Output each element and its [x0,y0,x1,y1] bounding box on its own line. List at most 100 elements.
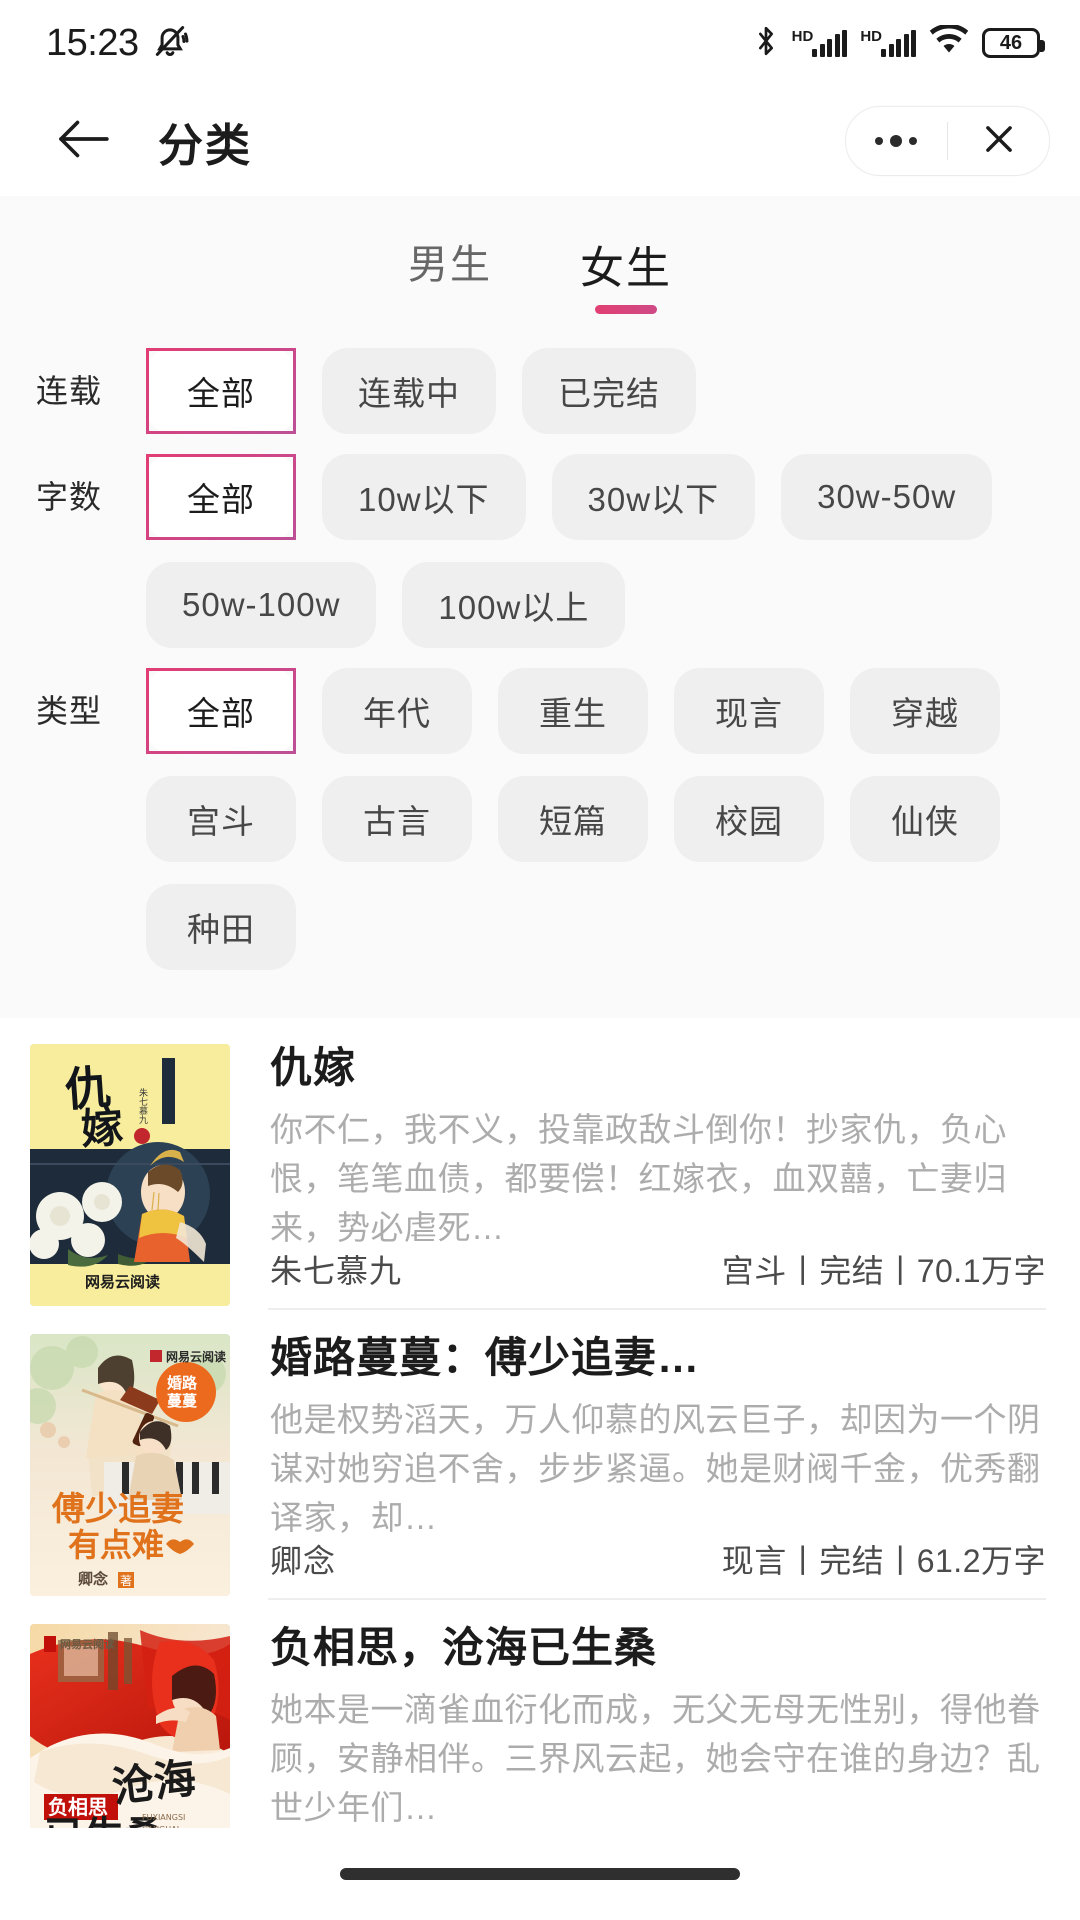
filter-chips-genre: 全部 年代 重生 现言 穿越 宫斗 古言 短篇 校园 仙侠 种田 [146,668,1044,970]
chip-wordcount-all[interactable]: 全部 [146,454,296,540]
chip-serialization-finished[interactable]: 已完结 [522,348,696,434]
chip-genre-chuanyue[interactable]: 穿越 [850,668,1000,754]
svg-text:CANGHAI: CANGHAI [142,1825,179,1828]
signal-icon-1: HD [792,30,848,57]
page-title: 分类 [158,109,252,174]
filter-chips-wordcount: 全部 10w以下 30w以下 30w-50w 50w-100w 100w以上 [146,454,1044,648]
book-cover-art: 婚路 蔓蔓 网易云阅读 傅少追妻 有点难 卿念 著 [30,1334,230,1596]
chip-serialization-ongoing[interactable]: 连载中 [322,348,496,434]
book-meta: 卿念 现言丨完结丨61.2万字 [270,1536,1046,1598]
mini-program-capsule [845,106,1050,176]
book-author: 泫星 [270,1826,336,1828]
book-description: 她本是一滴雀血衍化而成，无父无母无性别，得他眷顾，安静相伴。三界风云起，她会守在… [270,1685,1046,1827]
svg-text:网易云阅读: 网易云阅读 [60,1637,115,1651]
home-indicator[interactable] [340,1868,740,1880]
back-button[interactable] [50,108,116,174]
close-icon [980,120,1018,163]
chip-wordcount-30w-50w[interactable]: 30w-50w [781,454,992,540]
svg-text:朱七慕九: 朱七慕九 [137,1087,148,1125]
book-author: 卿念 [270,1536,336,1582]
more-button[interactable] [846,107,947,175]
book-list-item[interactable]: 仇 嫁 朱七慕九 网易云阅读 仇嫁 你不仁，我不义，投靠政敌斗倒你！抄家仇，负心… [0,1018,1080,1308]
tab-female-label: 女生 [580,232,672,296]
tab-female[interactable]: 女生 [580,232,672,314]
book-title: 仇嫁 [270,1044,1046,1091]
chip-genre-duanpian[interactable]: 短篇 [498,776,648,862]
filter-chips-serialization: 全部 连载中 已完结 [146,348,1044,434]
svg-text:沧海: 沧海 [109,1753,198,1812]
filter-label-genre: 类型 [36,668,146,754]
chip-genre-xianyan[interactable]: 现言 [674,668,824,754]
svg-text:傅少追妻: 傅少追妻 [51,1489,184,1528]
chip-wordcount-under10w[interactable]: 10w以下 [322,454,526,540]
chip-wordcount-above100w[interactable]: 100w以上 [402,562,625,648]
tab-male-label: 男生 [408,232,492,290]
hd-label-1: HD [792,29,814,44]
svg-text:FUXIANGSI: FUXIANGSI [142,1813,185,1822]
book-tags: 现言丨完结丨61.2万字 [722,1536,1046,1582]
bell-muted-icon [151,22,189,65]
chip-genre-xianxia[interactable]: 仙侠 [850,776,1000,862]
fu-xiangsi-cover: 负相思 沧海 已生桑 FUXIANGSI CANGHAI YISHENGSANG… [30,1624,230,1828]
book-author: 朱七慕九 [270,1246,402,1292]
svg-text:有点难: 有点难 [68,1526,164,1564]
chip-genre-guyan[interactable]: 古言 [322,776,472,862]
svg-text:网易云阅读: 网易云阅读 [166,1349,226,1364]
chip-genre-xiaoyuan[interactable]: 校园 [674,776,824,862]
book-meta: 泫星 仙侠丨完结丨60.2万字 [270,1826,1046,1828]
app-screen: 15:23 HD HD [0,0,1080,1920]
wifi-icon [929,25,969,62]
tab-active-underline [595,305,657,314]
svg-text:婚路: 婚路 [167,1374,198,1392]
book-description: 你不仁，我不义，投靠政敌斗倒你！抄家仇，负心恨，笔笔血债，都要偿！红嫁衣，血双囍… [270,1105,1046,1247]
chip-serialization-all[interactable]: 全部 [146,348,296,434]
book-info: 仇嫁 你不仁，我不义，投靠政敌斗倒你！抄家仇，负心恨，笔笔血债，都要偿！红嫁衣，… [230,1044,1046,1308]
book-tags: 宫斗丨完结丨70.1万字 [722,1246,1046,1292]
filter-row-wordcount: 字数 全部 10w以下 30w以下 30w-50w 50w-100w 100w以… [0,454,1080,648]
signal-icon-2: HD [860,30,916,57]
svg-text:著: 著 [120,1574,132,1588]
home-indicator-bar [0,1828,1080,1920]
book-list: 仇 嫁 朱七慕九 网易云阅读 仇嫁 你不仁，我不义，投靠政敌斗倒你！抄家仇，负心… [0,1018,1080,1828]
chip-wordcount-50w-100w[interactable]: 50w-100w [146,562,376,648]
bluetooth-icon [753,24,779,63]
battery-level: 46 [1000,32,1022,55]
book-list-item[interactable]: 负相思 沧海 已生桑 FUXIANGSI CANGHAI YISHENGSANG… [0,1598,1080,1828]
battery-icon: 46 [982,28,1040,58]
gender-tab-bar: 男生 女生 [0,196,1080,328]
svg-text:卿念: 卿念 [78,1570,108,1588]
status-clock: 15:23 [46,22,139,65]
back-arrow-icon [55,117,111,166]
chip-genre-all[interactable]: 全部 [146,668,296,754]
filter-row-serialization: 连载 全部 连载中 已完结 [0,348,1080,434]
chip-genre-gongdou[interactable]: 宫斗 [146,776,296,862]
app-header: 分类 [0,86,1080,196]
chip-genre-zhongtian[interactable]: 种田 [146,884,296,970]
book-description: 他是权势滔天，万人仰慕的风云巨子，却因为一个阴谋对她穷追不舍，步步紧逼。她是财阀… [270,1395,1046,1537]
filter-label-wordcount: 字数 [36,454,146,540]
book-title: 负相思，沧海已生桑 [270,1624,1046,1671]
close-button[interactable] [948,107,1049,175]
book-info: 婚路蔓蔓：傅少追妻… 他是权势滔天，万人仰慕的风云巨子，却因为一个阴谋对她穷追不… [230,1334,1046,1598]
hd-label-2: HD [860,29,882,44]
chip-wordcount-under30w[interactable]: 30w以下 [552,454,756,540]
status-bar-left: 15:23 [46,22,189,65]
status-bar: 15:23 HD HD [0,0,1080,86]
hunlu-manman-cover: 婚路 蔓蔓 网易云阅读 傅少追妻 有点难 卿念 著 [30,1334,230,1596]
chou-jia-cover: 仇 嫁 朱七慕九 网易云阅读 [30,1044,230,1306]
chip-genre-niandai[interactable]: 年代 [322,668,472,754]
book-list-item[interactable]: 婚路 蔓蔓 网易云阅读 傅少追妻 有点难 卿念 著 婚路蔓蔓：傅少追妻… 他是权… [0,1308,1080,1598]
book-tags: 仙侠丨完结丨60.2万字 [722,1826,1046,1828]
status-bar-right: HD HD 46 [753,24,1040,63]
filter-panel: 男生 女生 连载 全部 连载中 已完结 字数 全部 10w以下 30w以下 30… [0,196,1080,1018]
tab-male[interactable]: 男生 [408,232,492,308]
filter-label-serialization: 连载 [36,348,146,434]
book-info: 负相思，沧海已生桑 她本是一滴雀血衍化而成，无父无母无性别，得他眷顾，安静相伴。… [230,1624,1046,1828]
chip-genre-chongsheng[interactable]: 重生 [498,668,648,754]
book-meta: 朱七慕九 宫斗丨完结丨70.1万字 [270,1246,1046,1308]
filter-row-genre: 类型 全部 年代 重生 现言 穿越 宫斗 古言 短篇 校园 仙侠 种田 [0,668,1080,970]
book-cover-art: 仇 嫁 朱七慕九 网易云阅读 [30,1044,230,1306]
book-title: 婚路蔓蔓：傅少追妻… [270,1334,1046,1381]
book-cover-art: 负相思 沧海 已生桑 FUXIANGSI CANGHAI YISHENGSANG… [30,1624,230,1828]
more-dots-icon [875,135,917,147]
